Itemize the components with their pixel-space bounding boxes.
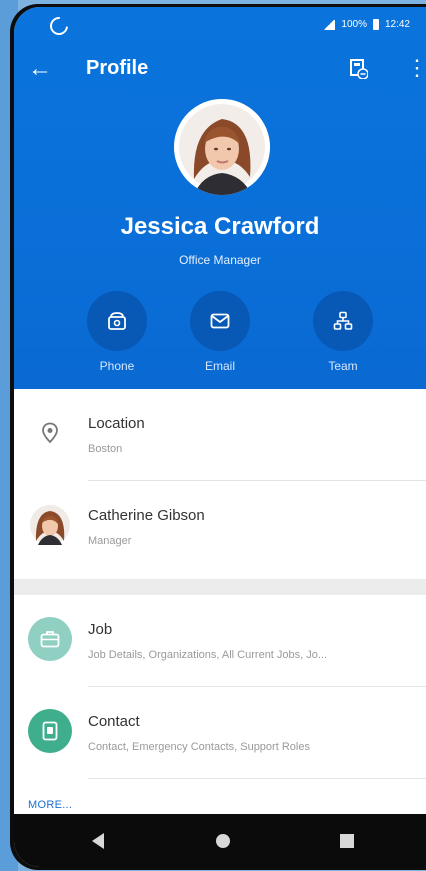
android-nav-bar — [14, 814, 426, 867]
phone-label: Phone — [99, 359, 135, 373]
team-button[interactable] — [313, 291, 373, 351]
nav-recents-icon[interactable] — [340, 834, 354, 848]
sync-icon — [46, 13, 72, 39]
location-title: Location — [88, 415, 145, 432]
manager-row[interactable]: Catherine Gibson Manager — [14, 481, 426, 573]
profile-role: Office Manager — [179, 253, 261, 267]
phone-icon — [108, 312, 126, 330]
location-row[interactable]: Location Boston — [14, 389, 426, 481]
profile-name: Jessica Crawford — [120, 213, 320, 240]
status-time: 12:42 — [384, 19, 410, 30]
contact-badge — [28, 709, 72, 753]
divider — [88, 778, 426, 779]
status-indicators: 100% 12:42 — [323, 19, 410, 30]
battery-icon — [372, 19, 379, 30]
battery-percent: 100% — [341, 19, 367, 30]
status-bar: 100% 12:42 — [14, 7, 426, 47]
phone-button[interactable] — [87, 291, 147, 351]
phone-action[interactable]: Phone — [72, 291, 162, 373]
email-button[interactable] — [190, 291, 250, 351]
location-value: Boston — [88, 443, 123, 455]
job-row[interactable]: Job Job Details, Organizations, All Curr… — [14, 595, 426, 687]
team-label: Team — [328, 359, 358, 373]
manager-avatar-wrap — [28, 503, 72, 547]
location-icon-wrap — [28, 411, 72, 455]
job-icon-wrap — [28, 617, 72, 661]
contact-title: Contact — [88, 713, 140, 730]
page-title: Profile — [86, 57, 149, 79]
signal-icon — [323, 19, 336, 30]
contact-row[interactable]: Contact Contact, Emergency Contacts, Sup… — [14, 687, 426, 779]
toolbar: ← Profile ⋮ — [14, 51, 426, 97]
manager-role: Manager — [88, 535, 132, 547]
manager-name: Catherine Gibson — [88, 507, 205, 524]
org-chart-icon[interactable] — [350, 59, 368, 79]
mail-icon — [210, 313, 230, 329]
job-badge — [28, 617, 72, 661]
nav-home-icon[interactable] — [216, 834, 230, 848]
more-vertical-icon[interactable]: ⋮ — [406, 57, 426, 79]
contact-icon-wrap — [28, 709, 72, 753]
avatar — [30, 505, 70, 545]
location-pin-icon — [42, 422, 58, 444]
contact-subtitle: Contact, Emergency Contacts, Support Rol… — [88, 741, 310, 753]
email-action[interactable]: Email — [175, 291, 265, 373]
contact-card-icon — [42, 721, 58, 741]
job-title: Job — [88, 621, 113, 638]
profile-photo — [174, 99, 270, 195]
profile-header: 100% 12:42 ← Profile ⋮ Jessica Crawford … — [14, 7, 426, 389]
briefcase-icon — [40, 631, 60, 648]
arrow-left-icon[interactable]: ← — [28, 57, 52, 81]
team-action[interactable]: Team — [298, 291, 388, 373]
section-separator — [14, 579, 426, 595]
screen: 100% 12:42 ← Profile ⋮ Jessica Crawford … — [14, 7, 426, 867]
nav-back-icon[interactable] — [92, 833, 104, 849]
job-subtitle: Job Details, Organizations, All Current … — [88, 649, 328, 661]
phone-frame: 100% 12:42 ← Profile ⋮ Jessica Crawford … — [10, 4, 426, 870]
email-label: Email — [204, 359, 235, 373]
profile-details: Location Boston Catherine Gibson Manager — [14, 389, 426, 814]
profile-avatar — [174, 99, 270, 195]
team-icon — [333, 311, 353, 330]
more-link[interactable]: MORE... — [28, 799, 72, 811]
quick-actions: Phone Email Team — [14, 291, 426, 381]
